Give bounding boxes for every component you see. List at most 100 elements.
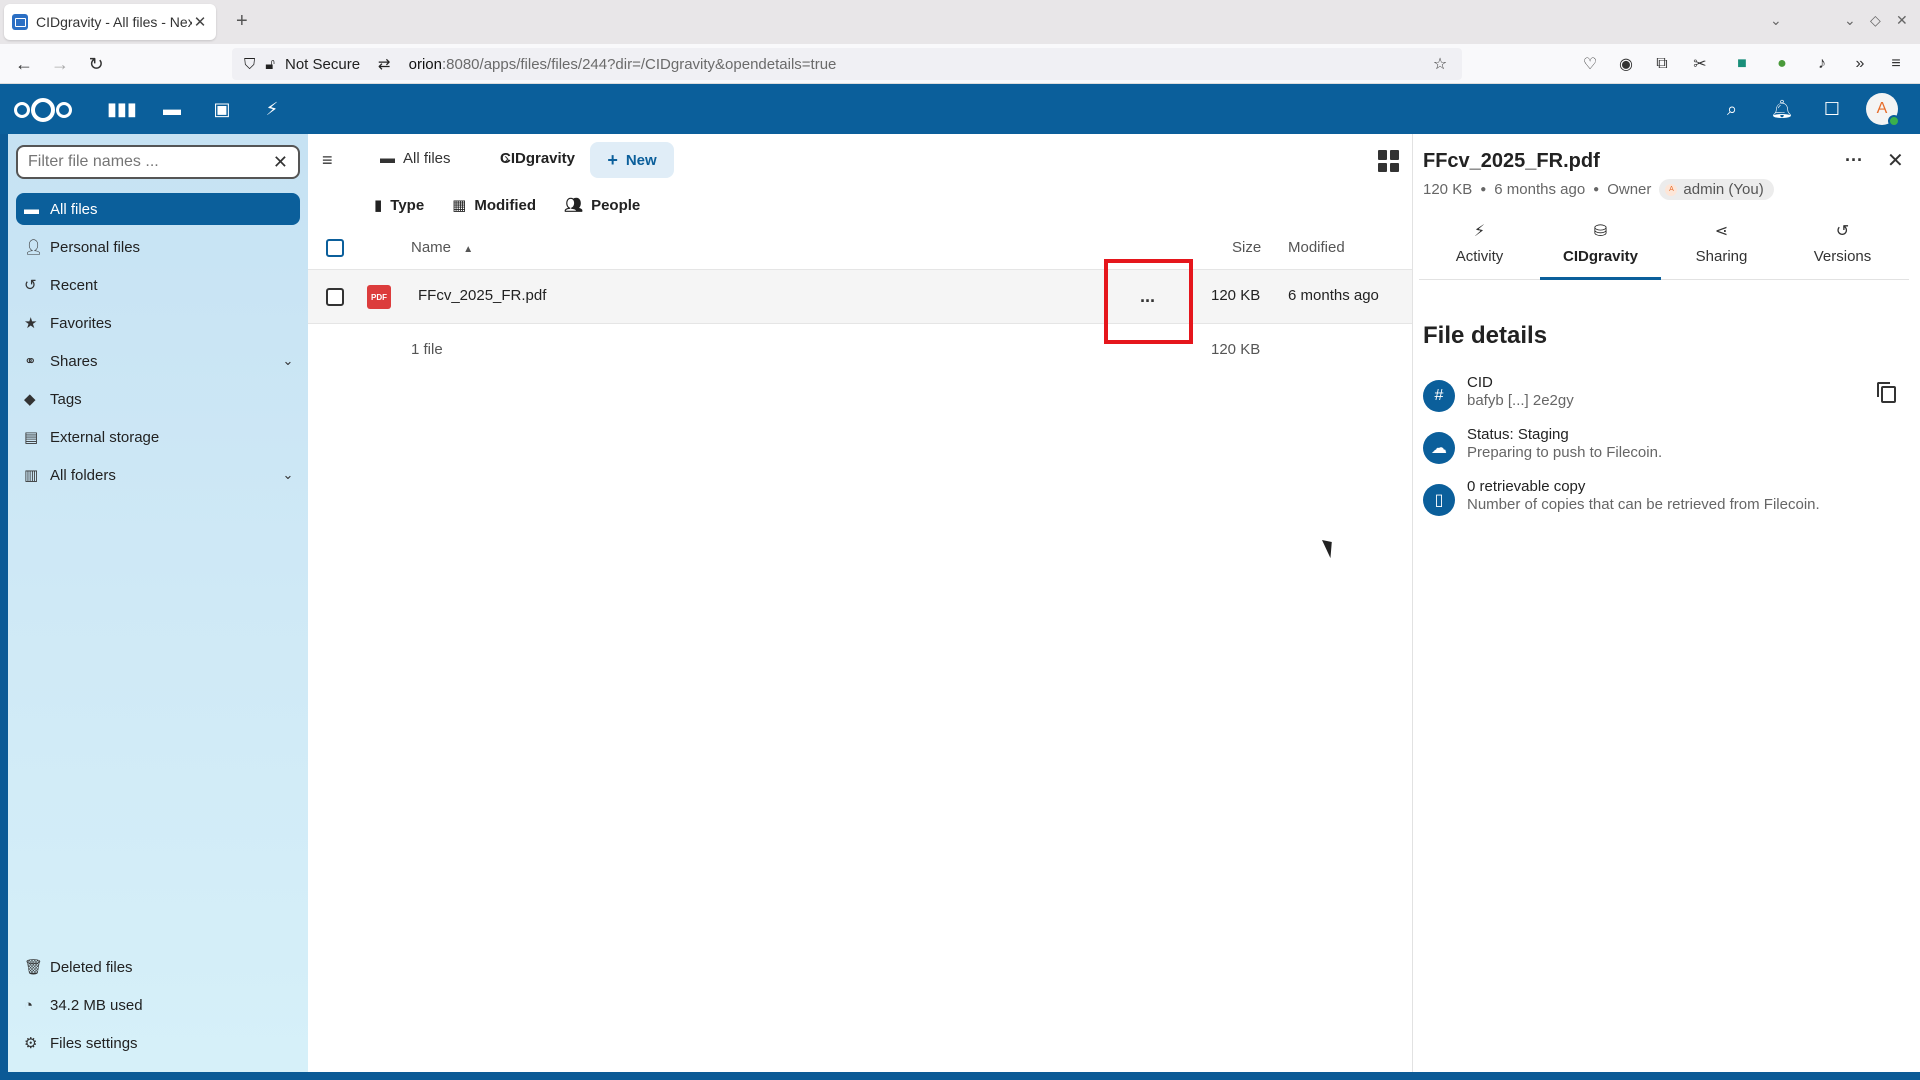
new-button-label: New [625, 151, 657, 169]
online-status-icon [1888, 115, 1900, 127]
breadcrumb-current[interactable]: CIDgravity [500, 150, 575, 167]
url-host: orion [408, 55, 442, 73]
details-size: 120 KB [1423, 181, 1473, 198]
overflow-chevrons-icon[interactable]: » [1850, 54, 1870, 74]
storage-quota[interactable]: ◔ 34.2 MB used [16, 989, 300, 1021]
dashboard-icon[interactable]: ▮▮▮ [107, 97, 137, 121]
file-actions-menu-icon[interactable]: ··· [1140, 291, 1156, 312]
music-icon[interactable]: ♪ [1812, 54, 1832, 74]
nav-item-external-storage[interactable]: ▤ External storage [16, 421, 300, 453]
back-arrow-icon[interactable]: ← [12, 52, 36, 76]
quota-label: 34.2 MB used [50, 996, 143, 1014]
pie-chart-icon: ◔ [24, 996, 34, 1014]
filter-type[interactable]: ▮ Type [374, 190, 424, 220]
people-icon: 👥︎ [564, 197, 584, 214]
more-actions-icon[interactable]: ··· [1845, 150, 1863, 171]
extension-green-icon[interactable]: ■ [1732, 54, 1752, 74]
browser-menu-icon[interactable]: ≡ [1886, 54, 1906, 74]
folder-icon: ▬ [380, 150, 395, 167]
sort-by-name[interactable]: Name ▲ [411, 239, 473, 256]
nav-item-label: Tags [50, 390, 82, 408]
plus-icon: + [607, 149, 618, 170]
tab-list-chevron-icon[interactable]: ⌄ [1770, 12, 1782, 29]
tag-icon: ◆ [24, 391, 36, 408]
window-close-icon[interactable]: ✕ [1896, 12, 1908, 29]
clear-filter-icon[interactable]: ✕ [273, 152, 288, 173]
notifications-icon[interactable]: 🔔︎ [1770, 97, 1794, 121]
nav-item-all-files[interactable]: ▬ All files [16, 193, 300, 225]
nav-item-favorites[interactable]: ★ Favorites [16, 307, 300, 339]
user-avatar[interactable]: A [1866, 93, 1900, 127]
tab-versions[interactable]: ↺ Versions [1782, 218, 1903, 279]
reload-icon[interactable]: ↻ [84, 52, 108, 76]
filter-modified[interactable]: ▦ Modified [452, 190, 536, 220]
tab-label: CIDgravity [1562, 248, 1639, 265]
filter-people[interactable]: 👥︎ People [564, 190, 640, 220]
detail-title: CID [1467, 374, 1493, 391]
nav-item-all-folders[interactable]: ▥ All folders ⌄ [16, 459, 300, 491]
files-icon[interactable]: ▬ [160, 97, 184, 121]
shield-icon[interactable]: ⛉ [244, 56, 255, 73]
table-header: Name ▲ Size Modified [308, 226, 1412, 270]
nav-item-recent[interactable]: ↺ Recent [16, 269, 300, 301]
browser-tab-title: CIDgravity - All files - Nextcloud [36, 14, 192, 30]
hash-icon: # [1423, 380, 1455, 412]
table-row[interactable]: PDF FFcv_2025_FR.pdf 120 KB 6 months ago [308, 270, 1412, 324]
forward-arrow-icon[interactable]: → [48, 52, 72, 76]
chevron-down-icon[interactable]: ⌄ [276, 467, 300, 483]
pdf-badge-text: PDF [371, 292, 387, 302]
not-secure-lock-icon[interactable]: 🔓︎ [265, 56, 275, 73]
new-tab-icon[interactable]: + [236, 10, 248, 33]
close-sidebar-icon[interactable]: ✕ [1887, 148, 1904, 173]
chevron-down-icon[interactable]: ⌄ [276, 353, 300, 369]
activity-icon[interactable]: ⚡︎ [260, 97, 284, 121]
breadcrumb-all-files[interactable]: ▬ All files [380, 150, 451, 167]
details-tabs: ⚡︎ Activity ⛁ CIDgravity ⋖ Sharing ↺ Ver… [1419, 218, 1909, 280]
extensions-icon[interactable]: ⧉ [1652, 54, 1672, 74]
column-header-modified[interactable]: Modified [1288, 239, 1345, 256]
filter-file-names-input[interactable] [28, 153, 273, 171]
nav-item-files-settings[interactable]: ⚙ Files settings [16, 1027, 300, 1059]
pocket-icon[interactable]: ♡ [1580, 54, 1600, 74]
column-header-size[interactable]: Size [1232, 239, 1261, 256]
tab-label: Sharing [1695, 248, 1748, 265]
tab-cidgravity[interactable]: ⛁ CIDgravity [1540, 218, 1661, 280]
owner-chip[interactable]: A admin (You) [1659, 179, 1774, 200]
account-icon[interactable]: ◉ [1616, 54, 1636, 74]
summary-file-count: 1 file [411, 341, 443, 358]
tab-sharing[interactable]: ⋖ Sharing [1661, 218, 1782, 279]
file-details-heading: File details [1423, 322, 1548, 349]
separator-dot: ● [1480, 184, 1487, 195]
extension-leaf-icon[interactable]: ● [1772, 54, 1792, 74]
url-bar[interactable]: ⛉ 🔓︎ Not Secure ⇄ orion:8080/apps/files/… [232, 48, 1462, 80]
browser-tab[interactable]: CIDgravity - All files - Nextcloud ✕ [4, 4, 216, 40]
minimize-icon[interactable]: ⌄ [1844, 12, 1856, 29]
screenshot-icon[interactable]: ✂ [1690, 54, 1710, 74]
tab-label: Versions [1813, 248, 1872, 265]
breadcrumb-label: CIDgravity [500, 150, 576, 167]
contacts-icon[interactable]: ☐ [1820, 97, 1844, 121]
toggle-navigation-icon[interactable]: ≡ [322, 150, 333, 171]
file-name[interactable]: FFcv_2025_FR.pdf [418, 287, 546, 304]
search-icon[interactable]: ⌕ [1720, 97, 1744, 121]
new-button[interactable]: + New [590, 142, 674, 178]
copy-icon[interactable] [1877, 382, 1896, 403]
history-icon: ↺ [24, 277, 37, 294]
nav-item-label: Personal files [50, 238, 141, 256]
nav-item-tags[interactable]: ◆ Tags [16, 383, 300, 415]
close-tab-icon[interactable]: ✕ [192, 13, 208, 31]
permissions-icon[interactable]: ⇄ [378, 55, 391, 73]
sort-ascending-icon: ▲ [463, 244, 474, 255]
bookmark-star-icon[interactable]: ☆ [1430, 54, 1450, 74]
nav-item-shares[interactable]: ⚭ Shares ⌄ [16, 345, 300, 377]
tab-activity[interactable]: ⚡︎ Activity [1419, 218, 1540, 279]
nextcloud-logo[interactable] [14, 98, 72, 122]
nav-item-personal-files[interactable]: 👤︎ Personal files [16, 231, 300, 263]
row-checkbox[interactable] [326, 288, 344, 306]
grid-view-icon[interactable] [1378, 150, 1400, 172]
nav-item-deleted-files[interactable]: 🗑︎ Deleted files [16, 951, 300, 983]
photos-icon[interactable]: ▣ [210, 97, 234, 121]
browser-navigation-bar: ← → ↻ ⛉ 🔓︎ Not Secure ⇄ orion:8080/apps/… [0, 44, 1920, 84]
select-all-checkbox[interactable] [326, 239, 344, 257]
maximize-icon[interactable]: ◇ [1870, 12, 1881, 29]
